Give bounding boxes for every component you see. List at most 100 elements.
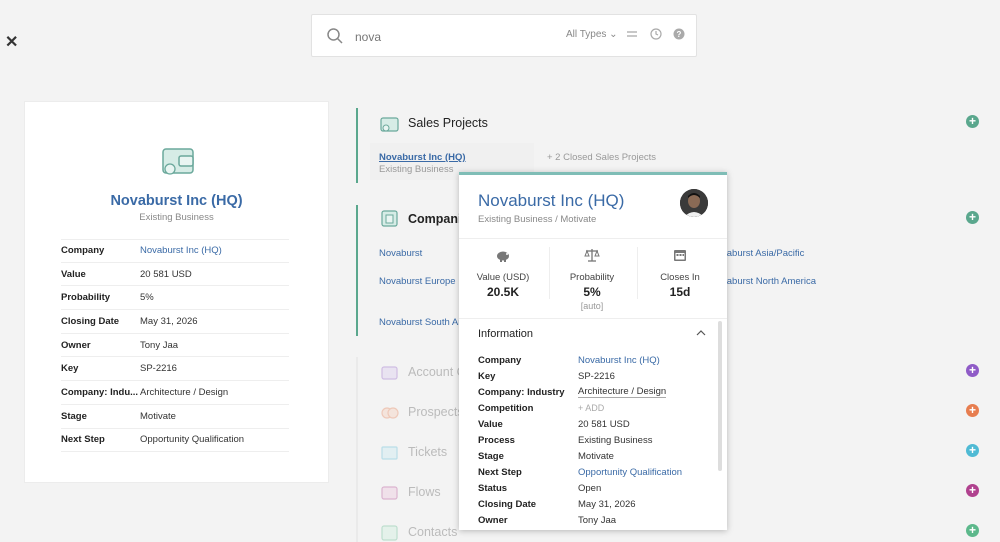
sales-projects-icon: [380, 117, 399, 132]
information-header[interactable]: Information: [478, 328, 533, 340]
info-label: Status: [478, 482, 508, 494]
field-label: Stage: [61, 410, 87, 422]
info-value: Existing Business: [578, 434, 653, 446]
add-company-plus-icon[interactable]: +: [966, 211, 979, 224]
divider: [459, 318, 727, 319]
company-link-novaburst[interactable]: Novaburst: [379, 248, 422, 259]
info-row: Stage Motivate: [478, 448, 708, 464]
prospects-icon: [381, 407, 399, 419]
sales-project-link[interactable]: Novaburst Inc (HQ): [379, 152, 466, 163]
field-label: Closing Date: [61, 315, 120, 327]
add-sales-project-plus-icon[interactable]: +: [966, 115, 979, 128]
type-filter-label: All Types: [566, 29, 607, 40]
stat-probability: Probability 5% [auto]: [548, 247, 636, 311]
field-label: Probability: [61, 292, 111, 304]
section-title-contacts[interactable]: Contacts: [408, 525, 457, 539]
section-title-flows[interactable]: Flows: [408, 485, 441, 499]
stat-number: 15d: [669, 285, 691, 299]
search-input[interactable]: [355, 27, 545, 47]
info-value: Tony Jaa: [578, 514, 617, 526]
section-title-tickets[interactable]: Tickets: [408, 445, 447, 459]
field-value: Opportunity Qualification: [140, 434, 245, 446]
field-row: Company: Indu... Architecture / Design: [61, 381, 289, 405]
info-row: Status Open: [478, 480, 708, 496]
company-link[interactable]: Novaburst Inc (HQ): [578, 355, 660, 366]
next-step-link[interactable]: Opportunity Qualification: [578, 467, 682, 478]
field-row: Stage Motivate: [61, 405, 289, 429]
section-accent-line: [356, 357, 358, 542]
info-value: SP-2216: [578, 370, 615, 382]
add-ticket-plus-icon[interactable]: +: [966, 444, 979, 457]
search-icon: [327, 28, 343, 44]
flows-icon: [381, 486, 398, 500]
popup-scrollbar[interactable]: [718, 321, 722, 471]
info-row: Key SP-2216: [478, 368, 708, 384]
field-row: Probability 5%: [61, 286, 289, 311]
add-prospect-plus-icon[interactable]: +: [966, 404, 979, 417]
type-filter-dropdown[interactable]: All Types ⌄: [566, 29, 618, 40]
field-label: Key: [61, 363, 79, 375]
record-subtitle: Existing Business: [139, 212, 214, 223]
stat-label: Probability: [569, 272, 615, 283]
industry-value[interactable]: Architecture / Design: [578, 386, 667, 398]
section-title-sales-projects[interactable]: Sales Projects: [408, 116, 488, 130]
info-row: Value 20 581 USD: [478, 416, 708, 432]
add-competition-button[interactable]: + ADD: [578, 403, 604, 413]
add-account-plus-icon[interactable]: +: [966, 364, 979, 377]
add-contact-plus-icon[interactable]: +: [966, 524, 979, 537]
chevron-down-icon: ⌄: [609, 29, 618, 40]
closed-sales-projects-link[interactable]: + 2 Closed Sales Projects: [547, 152, 656, 163]
field-value: 20 581 USD: [140, 268, 192, 280]
info-label: Owner: [478, 514, 508, 526]
field-label: Owner: [61, 339, 91, 351]
preview-popup: Novaburst Inc (HQ) Existing Business / M…: [459, 172, 727, 530]
info-label: Key: [478, 370, 496, 382]
field-value: SP-2216: [140, 363, 177, 375]
field-value: Architecture / Design: [140, 386, 229, 398]
section-title-account[interactable]: Account C: [408, 365, 466, 379]
stat-number: 20.5K: [486, 285, 520, 299]
svg-text:?: ?: [677, 30, 682, 39]
popup-title[interactable]: Novaburst Inc (HQ): [478, 191, 624, 211]
company-link-asia-pacific[interactable]: vaburst Asia/Pacific: [722, 248, 804, 259]
field-label: Company: Indu...: [61, 386, 139, 398]
company-link-north-america[interactable]: vaburst North America: [722, 276, 816, 287]
info-row: Competition + ADD: [478, 400, 708, 416]
search-bar: All Types ⌄ ?: [311, 14, 697, 57]
help-icon[interactable]: ?: [672, 27, 686, 41]
field-value: Tony Jaa: [140, 339, 179, 351]
field-row: Owner Tony Jaa: [61, 334, 289, 358]
info-row: Company: Industry Architecture / Design: [478, 384, 708, 400]
field-value: 5%: [140, 292, 154, 304]
close-icon[interactable]: ✕: [5, 32, 18, 52]
companies-icon: [381, 210, 398, 227]
section-title-prospects[interactable]: Prospects: [408, 405, 464, 419]
sales-project-sub: Existing Business: [379, 164, 454, 175]
info-value: Open: [578, 482, 602, 494]
field-label: Next Step: [61, 434, 105, 446]
field-label: Value: [61, 268, 86, 280]
company-link-europe[interactable]: Novaburst Europe: [379, 276, 456, 287]
history-icon[interactable]: [649, 27, 663, 41]
contacts-icon: [381, 525, 398, 541]
stat-number: 5%: [583, 285, 601, 299]
chevron-up-icon[interactable]: [696, 328, 706, 338]
company-link[interactable]: Novaburst Inc (HQ): [140, 245, 222, 256]
field-list: Company Novaburst Inc (HQ) Value 20 581 US…: [61, 239, 289, 453]
stat-extra: [auto]: [580, 301, 604, 311]
info-row: Company Novaburst Inc (HQ): [478, 352, 708, 368]
info-row: Closing Date May 31, 2026: [478, 496, 708, 512]
field-row: Next Step Opportunity Qualification: [61, 429, 289, 453]
info-row: Next Step Opportunity Qualification: [478, 464, 708, 480]
scale-icon: [584, 249, 600, 262]
section-accent-line: [356, 205, 358, 336]
equals-icon[interactable]: [625, 27, 639, 41]
field-row: Value 20 581 USD: [61, 263, 289, 287]
info-label: Closing Date: [478, 498, 537, 510]
add-flow-plus-icon[interactable]: +: [966, 484, 979, 497]
info-label: Stage: [478, 450, 504, 462]
info-label: Competition: [478, 402, 534, 414]
company-link-south-america[interactable]: Novaburst South Am: [379, 317, 466, 328]
piggy-bank-icon: [497, 251, 509, 262]
avatar[interactable]: [680, 189, 708, 217]
